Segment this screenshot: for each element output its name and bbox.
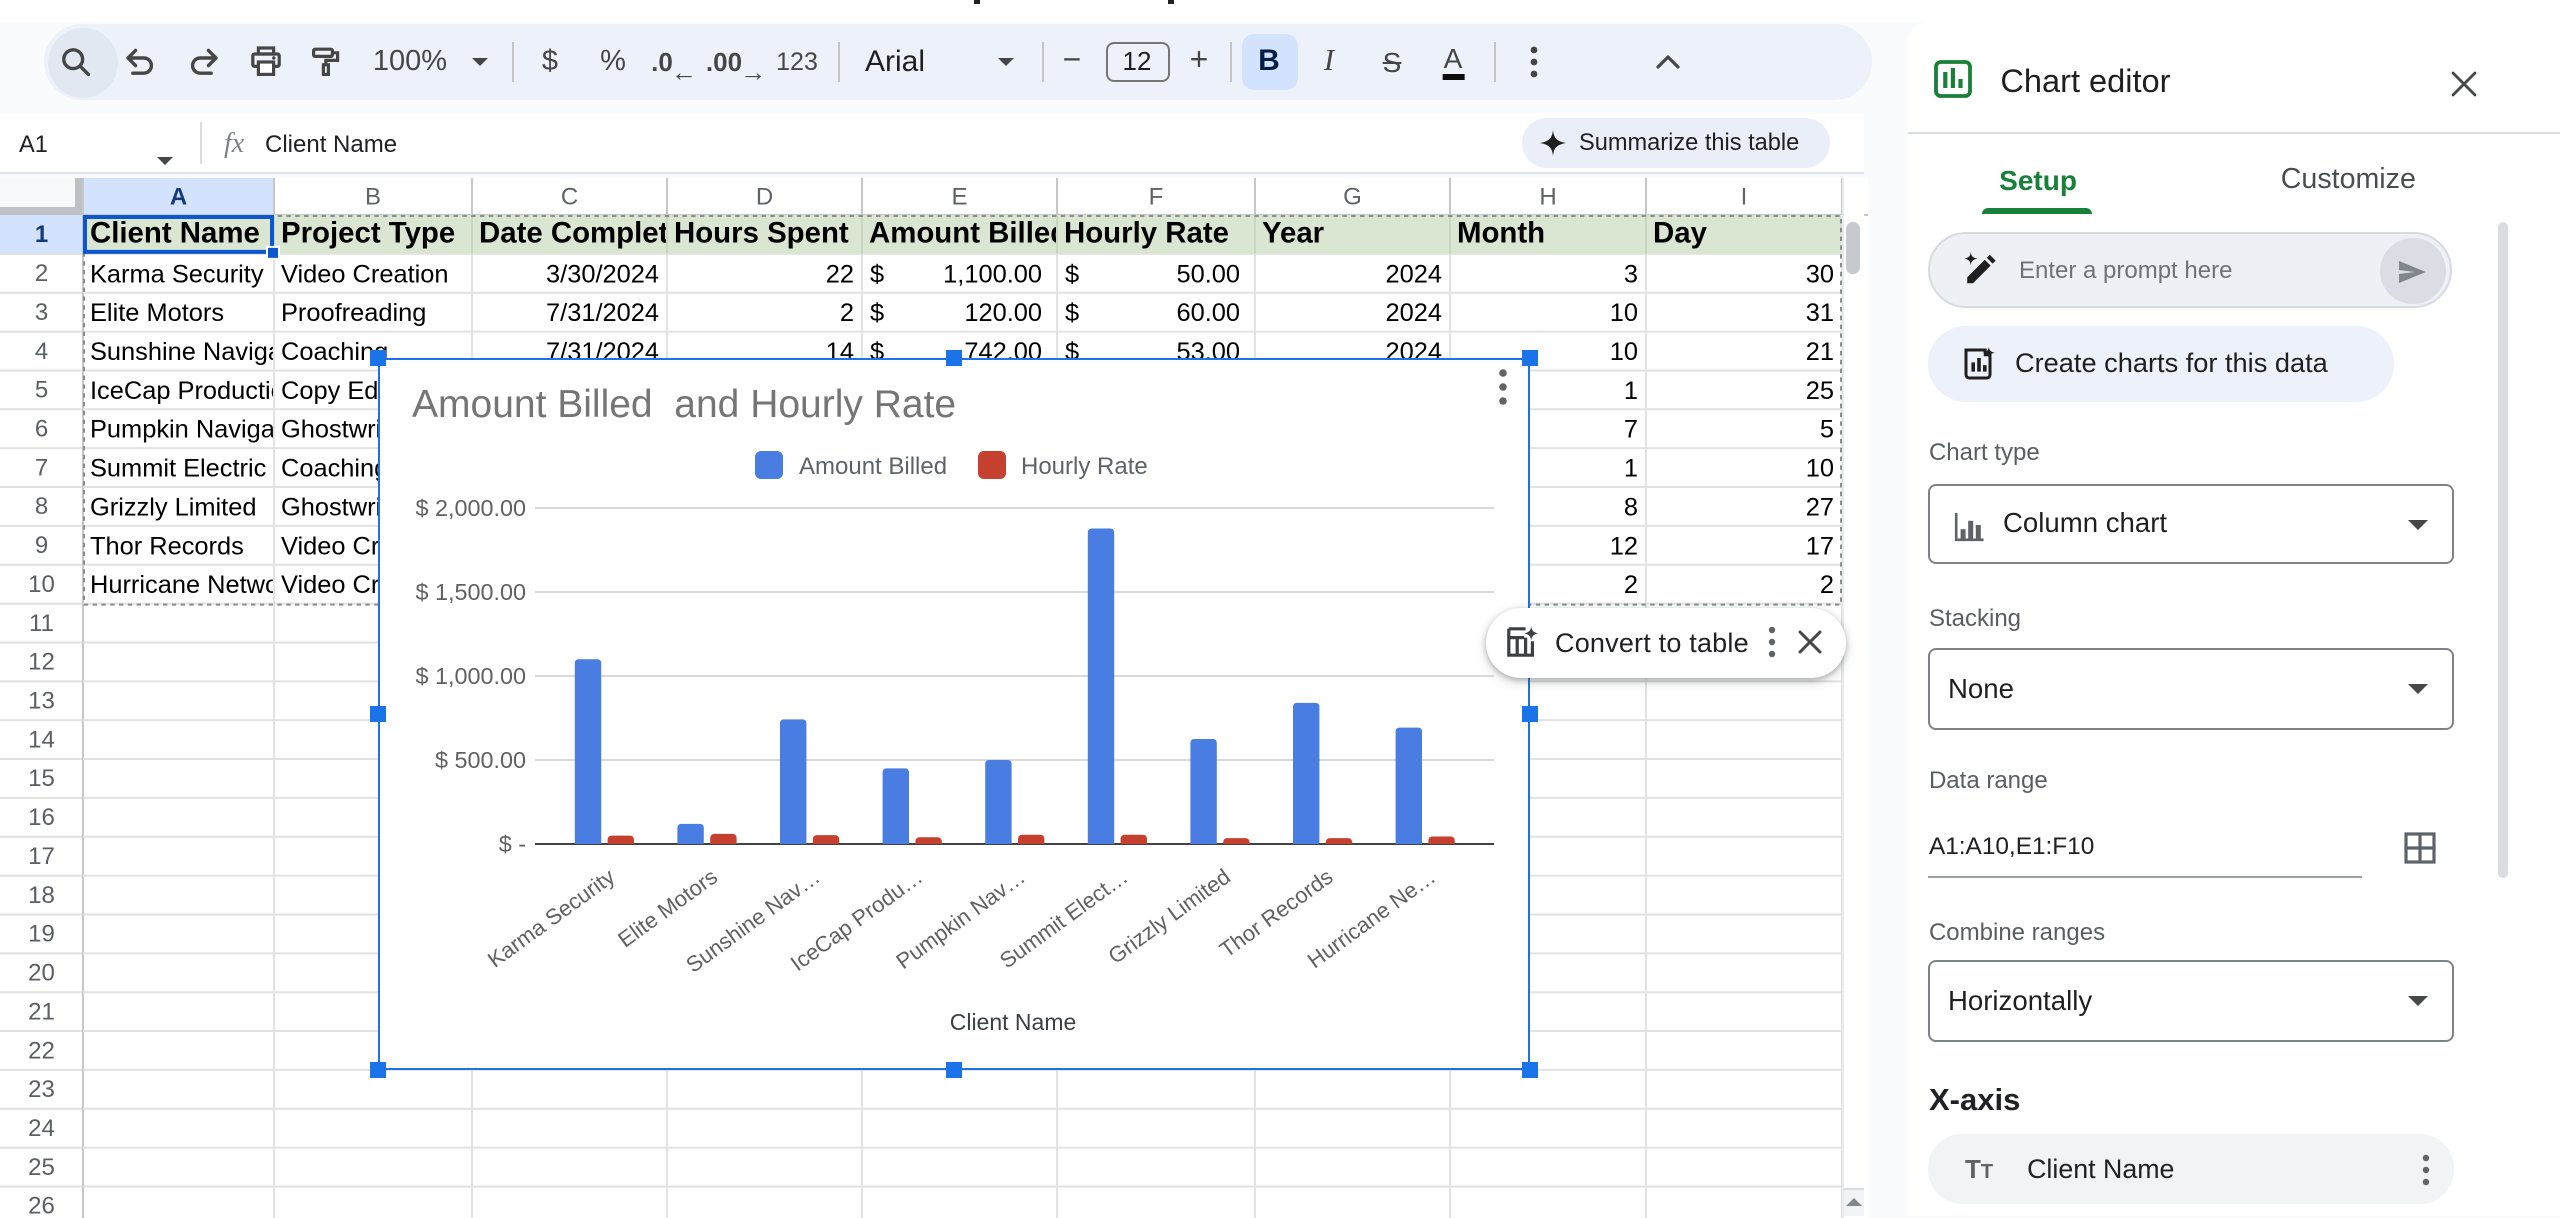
svg-text:Amount Billed and Hourly Rate: Amount Billed and Hourly Rate (412, 382, 956, 425)
svg-text:Amount Billed: Amount Billed (869, 216, 1068, 249)
svg-text:7/31/2024: 7/31/2024 (546, 299, 659, 327)
svg-text:2: 2 (1820, 571, 1834, 599)
svg-text:13: 13 (28, 688, 55, 715)
svg-text:25: 25 (28, 1154, 55, 1181)
svg-text:16: 16 (28, 804, 55, 831)
svg-text:30: 30 (1806, 260, 1834, 288)
svg-text:10: 10 (1806, 455, 1834, 483)
svg-text:Hourly Rate: Hourly Rate (1021, 452, 1148, 479)
svg-text:21: 21 (1806, 338, 1834, 366)
svg-text:8: 8 (35, 493, 48, 520)
svg-text:24: 24 (28, 1115, 55, 1142)
svg-text:5: 5 (1820, 416, 1834, 444)
svg-text:3/30/2024: 3/30/2024 (546, 260, 659, 288)
svg-text:E: E (951, 183, 967, 210)
svg-text:2024: 2024 (1386, 260, 1442, 288)
svg-text:7: 7 (1624, 416, 1638, 444)
svg-text:3: 3 (1624, 260, 1638, 288)
svg-text:A: A (170, 183, 187, 210)
svg-text:H: H (1539, 183, 1556, 210)
svg-text:Month: Month (1457, 216, 1545, 249)
svg-text:Karma Security: Karma Security (483, 863, 619, 972)
svg-text:$: $ (1065, 299, 1079, 327)
svg-text:$: $ (1065, 260, 1079, 288)
svg-text:2: 2 (840, 299, 854, 327)
svg-text:$ 1,500.00: $ 1,500.00 (416, 578, 527, 604)
svg-text:27: 27 (1806, 493, 1834, 521)
svg-text:$ 2,000.00: $ 2,000.00 (416, 494, 527, 520)
svg-text:Video Creation: Video Creation (281, 260, 449, 288)
svg-text:120.00: 120.00 (964, 299, 1042, 327)
svg-text:2: 2 (35, 260, 48, 287)
svg-text:Elite Motors: Elite Motors (90, 299, 224, 327)
svg-text:17: 17 (28, 843, 55, 870)
svg-text:Summit Electric: Summit Electric (90, 455, 267, 483)
svg-text:F: F (1149, 183, 1164, 210)
svg-text:23: 23 (28, 1076, 55, 1103)
svg-text:G: G (1343, 183, 1362, 210)
svg-text:12: 12 (1610, 532, 1638, 560)
svg-text:19: 19 (28, 921, 55, 948)
svg-text:50.00: 50.00 (1176, 260, 1240, 288)
svg-text:10: 10 (1610, 338, 1638, 366)
svg-text:B: B (365, 183, 381, 210)
svg-text:10: 10 (1610, 299, 1638, 327)
svg-text:1: 1 (1624, 455, 1638, 483)
svg-text:Day: Day (1653, 216, 1708, 249)
svg-text:Client Name: Client Name (950, 1008, 1077, 1034)
svg-text:14: 14 (28, 726, 55, 753)
svg-text:1,100.00: 1,100.00 (943, 260, 1042, 288)
svg-text:22: 22 (826, 260, 854, 288)
svg-text:2: 2 (1624, 571, 1638, 599)
svg-text:31: 31 (1806, 299, 1834, 327)
svg-text:$: $ (870, 260, 884, 288)
svg-text:9: 9 (35, 532, 48, 559)
svg-text:7: 7 (35, 454, 48, 481)
svg-text:12: 12 (28, 649, 55, 676)
svg-text:11: 11 (29, 610, 54, 637)
svg-text:22: 22 (28, 1037, 55, 1064)
svg-text:$ 500.00: $ 500.00 (435, 746, 526, 772)
svg-text:$ 1,000.00: $ 1,000.00 (416, 662, 527, 688)
svg-text:Proofreading: Proofreading (281, 299, 426, 327)
svg-text:8: 8 (1624, 493, 1638, 521)
svg-text:C: C (561, 183, 578, 210)
svg-text:Amount Billed: Amount Billed (799, 452, 947, 479)
svg-text:Hourly Rate: Hourly Rate (1064, 216, 1229, 249)
svg-text:$ -: $ - (499, 830, 526, 856)
svg-text:1: 1 (1624, 377, 1638, 405)
svg-text:5: 5 (35, 377, 48, 404)
svg-text:6: 6 (35, 416, 48, 443)
svg-text:I: I (1741, 183, 1748, 210)
svg-text:25: 25 (1806, 377, 1834, 405)
svg-text:3: 3 (35, 299, 48, 326)
svg-text:18: 18 (28, 882, 55, 909)
svg-text:Project Type: Project Type (281, 216, 455, 249)
svg-text:Hurricane Network: Hurricane Network (90, 571, 301, 599)
svg-text:$: $ (870, 299, 884, 327)
svg-text:17: 17 (1806, 532, 1834, 560)
svg-text:Coaching: Coaching (281, 455, 388, 483)
svg-text:Karma Security: Karma Security (90, 260, 264, 288)
svg-text:60.00: 60.00 (1176, 299, 1240, 327)
svg-text:15: 15 (28, 765, 55, 792)
svg-text:2024: 2024 (1386, 299, 1442, 327)
svg-text:10: 10 (28, 571, 55, 598)
svg-text:26: 26 (28, 1193, 55, 1218)
svg-text:Client Name: Client Name (90, 216, 260, 249)
svg-text:D: D (756, 183, 773, 210)
svg-text:Hours Spent: Hours Spent (674, 216, 849, 249)
svg-text:1: 1 (35, 221, 48, 248)
svg-text:Grizzly Limited: Grizzly Limited (90, 493, 256, 521)
svg-text:Thor Records: Thor Records (90, 532, 244, 560)
svg-text:4: 4 (35, 338, 48, 365)
svg-text:21: 21 (28, 998, 55, 1025)
svg-text:Year: Year (1262, 216, 1324, 249)
svg-text:20: 20 (28, 960, 55, 987)
